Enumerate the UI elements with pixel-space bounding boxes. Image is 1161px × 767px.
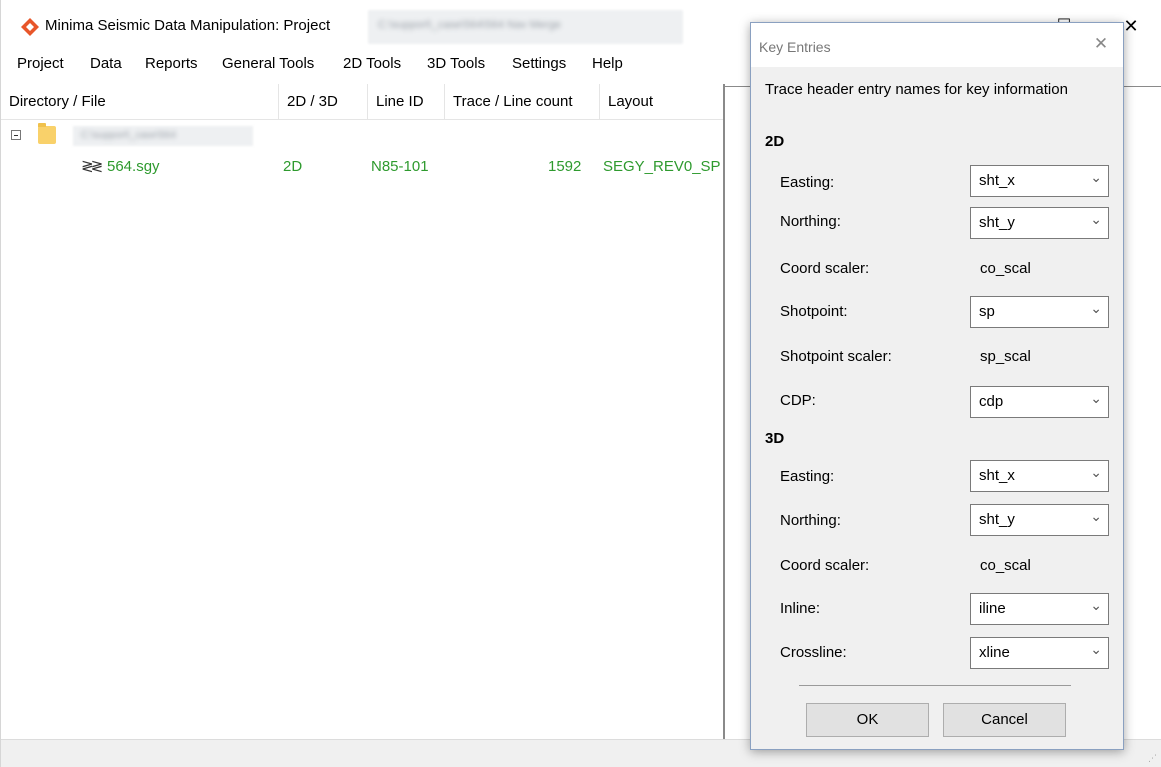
- dialog-title: Key Entries: [759, 39, 831, 55]
- collapse-icon[interactable]: [11, 130, 21, 140]
- dialog-heading: Trace header entry names for key informa…: [765, 81, 1068, 98]
- combo-value: sht_x: [979, 172, 1015, 189]
- ok-button[interactable]: OK: [806, 703, 929, 737]
- combo-2d-shotpoint[interactable]: sp ⌄: [970, 296, 1109, 328]
- field-label-3d-inline: Inline:: [780, 600, 821, 617]
- menu-settings[interactable]: Settings: [512, 55, 566, 72]
- combo-value: sht_x: [979, 467, 1015, 484]
- field-label-2d-cdp: CDP:: [780, 392, 816, 409]
- column-layout[interactable]: Layout: [600, 84, 723, 120]
- table-row[interactable]: ≷≷ 564.sgy 2D N85-101 1592 SEGY_REV0_SP: [1, 154, 723, 182]
- combo-2d-northing[interactable]: sht_y ⌄: [970, 207, 1109, 239]
- folder-name: C:\support\_case\564: [81, 130, 177, 141]
- combo-value: xline: [979, 644, 1010, 661]
- field-value-2d-coord-scaler: co_scal: [980, 260, 1031, 277]
- file-trace-count: 1592: [548, 158, 582, 175]
- combo-value: sp: [979, 303, 995, 320]
- column-line-id[interactable]: Line ID: [368, 84, 445, 120]
- field-value-2d-shotpoint-scaler: sp_scal: [980, 348, 1031, 365]
- menu-project[interactable]: Project: [17, 55, 64, 72]
- chevron-down-icon: ⌄: [1090, 300, 1102, 316]
- file-dimension: 2D: [283, 158, 303, 175]
- menu-2d-tools[interactable]: 2D Tools: [343, 55, 401, 72]
- file-name[interactable]: 564.sgy: [107, 158, 160, 175]
- combo-value: sht_y: [979, 511, 1015, 528]
- menu-general-tools[interactable]: General Tools: [222, 55, 314, 72]
- column-trace-line-count[interactable]: Trace / Line count: [445, 84, 600, 120]
- resize-grip-icon[interactable]: ⋰: [1148, 753, 1158, 763]
- file-line-id: N85-101: [371, 158, 429, 175]
- field-value-3d-coord-scaler: co_scal: [980, 557, 1031, 574]
- combo-3d-crossline[interactable]: xline ⌄: [970, 637, 1109, 669]
- menu-data[interactable]: Data: [90, 55, 122, 72]
- combo-value: sht_y: [979, 214, 1015, 231]
- field-label-3d-northing: Northing:: [780, 512, 841, 529]
- chevron-down-icon: ⌄: [1090, 641, 1102, 657]
- chevron-down-icon: ⌄: [1090, 211, 1102, 227]
- field-label-3d-coord-scaler: Coord scaler:: [780, 557, 870, 574]
- section-3d-label: 3D: [765, 430, 785, 447]
- project-name-redacted: C:\support\_case\564\564 Nav Merge: [368, 10, 683, 44]
- field-label-2d-easting: Easting:: [780, 174, 835, 191]
- column-2d-3d[interactable]: 2D / 3D: [279, 84, 368, 120]
- menu-bar: Project Data Reports General Tools 2D To…: [1, 50, 761, 78]
- chevron-down-icon: ⌄: [1090, 169, 1102, 185]
- app-logo-icon: [21, 18, 39, 36]
- combo-3d-easting[interactable]: sht_x ⌄: [970, 460, 1109, 492]
- chevron-down-icon: ⌄: [1090, 390, 1102, 406]
- folder-icon: [38, 123, 56, 144]
- combo-2d-easting[interactable]: sht_x ⌄: [970, 165, 1109, 197]
- folder-row[interactable]: C:\support\_case\564: [1, 122, 723, 150]
- field-label-3d-crossline: Crossline:: [780, 644, 847, 661]
- cancel-button[interactable]: Cancel: [943, 703, 1066, 737]
- combo-value: cdp: [979, 393, 1004, 410]
- file-layout: SEGY_REV0_SP: [603, 158, 721, 175]
- combo-2d-cdp[interactable]: cdp ⌄: [970, 386, 1109, 418]
- file-table-header: Directory / File 2D / 3D Line ID Trace /…: [1, 84, 723, 120]
- field-label-2d-shotpoint-scaler: Shotpoint scaler:: [780, 348, 892, 365]
- folder-name-redacted: C:\support\_case\564: [73, 126, 253, 146]
- column-directory-file[interactable]: Directory / File: [1, 84, 279, 120]
- combo-3d-northing[interactable]: sht_y ⌄: [970, 504, 1109, 536]
- seismic-trace-icon: ≷≷: [81, 158, 103, 175]
- field-label-2d-shotpoint: Shotpoint:: [780, 303, 848, 320]
- field-label-3d-easting: Easting:: [780, 468, 835, 485]
- chevron-down-icon: ⌄: [1090, 508, 1102, 524]
- section-2d-label: 2D: [765, 133, 785, 150]
- menu-reports[interactable]: Reports: [145, 55, 198, 72]
- key-entries-dialog: Key Entries ✕ Trace header entry names f…: [750, 22, 1124, 750]
- field-label-2d-coord-scaler: Coord scaler:: [780, 260, 870, 277]
- dialog-close-button[interactable]: ✕: [1089, 34, 1113, 54]
- menu-3d-tools[interactable]: 3D Tools: [427, 55, 485, 72]
- project-name: C:\support\_case\564\564 Nav Merge: [378, 19, 561, 31]
- panel-border: [1123, 86, 1161, 87]
- field-label-2d-northing: Northing:: [780, 213, 841, 230]
- chevron-down-icon: ⌄: [1090, 464, 1102, 480]
- chevron-down-icon: ⌄: [1090, 597, 1102, 613]
- combo-3d-inline[interactable]: iline ⌄: [970, 593, 1109, 625]
- dialog-separator: [799, 685, 1071, 686]
- dialog-title-bar: Key Entries ✕: [751, 23, 1123, 67]
- panel-border: [723, 86, 753, 87]
- window-title: Minima Seismic Data Manipulation: Projec…: [45, 17, 331, 34]
- combo-value: iline: [979, 600, 1006, 617]
- menu-help[interactable]: Help: [592, 55, 623, 72]
